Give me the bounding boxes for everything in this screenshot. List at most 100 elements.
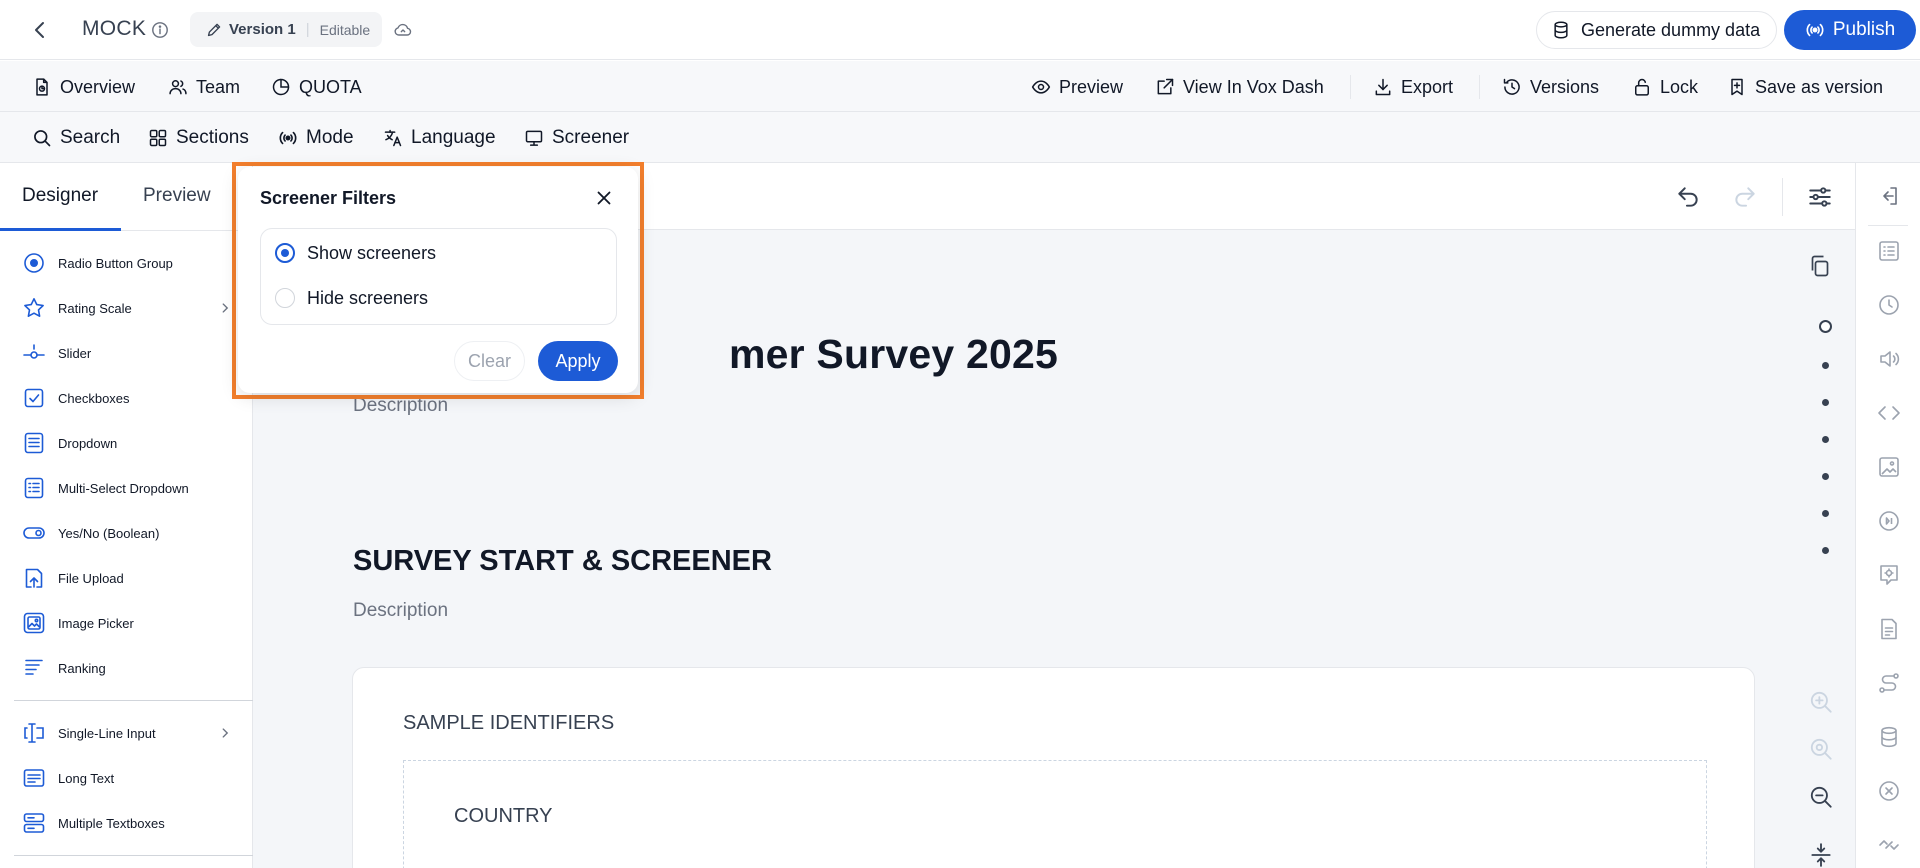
- audio-icon[interactable]: [1877, 347, 1901, 371]
- component-yes-no-boolean[interactable]: Yes/No (Boolean): [22, 520, 232, 546]
- component-ranking[interactable]: Ranking: [22, 655, 232, 681]
- tool-search[interactable]: Search: [32, 124, 120, 152]
- outline-current-marker[interactable]: [1819, 320, 1832, 333]
- translate-icon: [384, 129, 402, 147]
- zoom-out-icon[interactable]: [1808, 784, 1834, 810]
- tool-search-label: Search: [60, 127, 121, 148]
- tool-sections[interactable]: Sections: [148, 124, 249, 152]
- component-multi-select-dropdown[interactable]: Multi-Select Dropdown: [22, 475, 232, 501]
- section-description[interactable]: Description: [353, 600, 448, 622]
- document-icon[interactable]: [1877, 617, 1901, 641]
- nav-divider: [1479, 75, 1480, 99]
- component-long-text[interactable]: Long Text: [22, 765, 232, 791]
- publish-button[interactable]: Publish: [1784, 10, 1916, 50]
- media-icon[interactable]: [1877, 509, 1901, 533]
- zoom-in-icon[interactable]: [1808, 689, 1834, 715]
- signal-icon: [279, 131, 297, 145]
- option-show-screeners[interactable]: Show screeners: [275, 241, 436, 265]
- route-icon[interactable]: [1877, 671, 1901, 695]
- component-checkboxes[interactable]: Checkboxes: [22, 385, 232, 411]
- nav-preview[interactable]: Preview: [1031, 73, 1123, 101]
- tab-designer[interactable]: Designer: [22, 185, 98, 207]
- settings-sliders-icon[interactable]: [1807, 184, 1833, 210]
- checkbox-icon: [24, 388, 44, 408]
- nav-team-label: Team: [196, 76, 241, 97]
- chevron-right-icon: [222, 303, 229, 313]
- top-bar: MOCK Version 1 | Editable Generate dummy…: [0, 0, 1920, 60]
- outline-marker[interactable]: [1822, 510, 1829, 517]
- nav-team[interactable]: Team: [168, 73, 240, 101]
- survey-title[interactable]: mer Survey 2025: [729, 331, 1058, 378]
- undo-icon[interactable]: [1675, 184, 1701, 210]
- external-link-icon: [1157, 78, 1174, 95]
- clear-button[interactable]: Clear: [454, 341, 525, 381]
- back-icon[interactable]: [28, 18, 52, 42]
- component-label: Slider: [58, 345, 92, 361]
- nav-view-in-vox-dash[interactable]: View In Vox Dash: [1155, 73, 1324, 101]
- outline-marker[interactable]: [1822, 473, 1829, 480]
- clock-icon[interactable]: [1877, 293, 1901, 317]
- nav-overview-label: Overview: [60, 76, 136, 97]
- tool-mode-label: Mode: [306, 127, 354, 148]
- nav-save-as-version[interactable]: Save as version: [1727, 73, 1883, 101]
- option-hide-screeners[interactable]: Hide screeners: [275, 286, 428, 310]
- tool-language[interactable]: Language: [383, 124, 496, 152]
- database-icon[interactable]: [1877, 725, 1901, 749]
- radio-hide-screeners[interactable]: [275, 288, 295, 308]
- copy-icon[interactable]: [1808, 254, 1832, 278]
- document-chart-icon: [36, 78, 48, 96]
- component-radio-button-group[interactable]: Radio Button Group: [22, 250, 232, 276]
- component-file-upload[interactable]: File Upload: [22, 565, 232, 591]
- component-multiple-textboxes[interactable]: Multiple Textboxes: [22, 810, 232, 836]
- collapse-panel-icon[interactable]: [1877, 184, 1901, 208]
- history-icon: [1503, 78, 1520, 95]
- version-selector[interactable]: Version 1 | Editable: [190, 12, 382, 47]
- tool-screener[interactable]: Screener: [524, 124, 629, 152]
- star-icon: [24, 298, 44, 317]
- nav-export[interactable]: Export: [1373, 73, 1453, 101]
- eye-icon: [1031, 80, 1051, 94]
- nav-quota[interactable]: QUOTA: [271, 73, 362, 101]
- option-hide-screeners-label: Hide screeners: [307, 287, 429, 308]
- list-icon[interactable]: [1877, 239, 1901, 263]
- component-label: Checkboxes: [58, 390, 130, 406]
- component-dropdown[interactable]: Dropdown: [22, 430, 232, 456]
- component-rating-scale[interactable]: Rating Scale: [22, 295, 232, 321]
- section-title[interactable]: SURVEY START & SCREENER: [353, 545, 772, 578]
- broadcast-icon: [1806, 23, 1824, 37]
- component-image-picker[interactable]: Image Picker: [22, 610, 232, 636]
- outline-marker[interactable]: [1822, 362, 1829, 369]
- close-circle-icon[interactable]: [1877, 779, 1901, 803]
- tab-preview[interactable]: Preview: [143, 185, 211, 207]
- zoom-reset-icon[interactable]: [1808, 736, 1834, 762]
- component-label: Multi-Select Dropdown: [58, 480, 189, 496]
- generate-dummy-data-button[interactable]: Generate dummy data: [1536, 11, 1777, 49]
- question-title[interactable]: COUNTRY: [454, 805, 553, 828]
- collapse-icon[interactable]: [1808, 842, 1834, 868]
- nav-overview[interactable]: Overview: [32, 73, 135, 101]
- generate-dummy-data-label: Generate dummy data: [1581, 19, 1761, 40]
- code-icon[interactable]: [1877, 401, 1901, 425]
- component-single-line-input[interactable]: Single-Line Input: [22, 720, 232, 746]
- nav-versions[interactable]: Versions: [1502, 73, 1599, 101]
- info-icon[interactable]: [151, 21, 169, 39]
- outline-marker[interactable]: [1822, 399, 1829, 406]
- cloud-sync-icon[interactable]: [393, 20, 413, 40]
- nav-lock[interactable]: Lock: [1632, 73, 1698, 101]
- outline-marker[interactable]: [1822, 436, 1829, 443]
- apply-button[interactable]: Apply: [538, 341, 618, 381]
- unlink-icon[interactable]: [1877, 833, 1901, 857]
- redo-icon[interactable]: [1732, 184, 1758, 210]
- right-rail-divider: [1868, 225, 1908, 226]
- pie-chart-icon: [272, 78, 290, 96]
- outline-marker[interactable]: [1822, 547, 1829, 554]
- component-slider[interactable]: Slider: [22, 340, 232, 366]
- image-icon[interactable]: [1877, 455, 1901, 479]
- screener-options: Show screeners Hide screeners: [260, 228, 617, 325]
- tool-mode[interactable]: Mode: [278, 124, 354, 152]
- close-icon[interactable]: [593, 187, 615, 209]
- settings-chat-icon[interactable]: [1877, 563, 1901, 587]
- publish-label: Publish: [1832, 19, 1896, 40]
- question-block-title[interactable]: SAMPLE IDENTIFIERS: [403, 712, 614, 735]
- radio-show-screeners[interactable]: [275, 243, 295, 263]
